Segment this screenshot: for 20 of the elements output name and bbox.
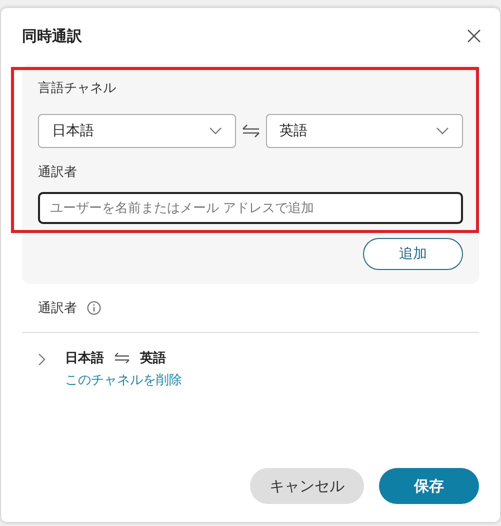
chevron-down-icon	[436, 127, 449, 135]
chevron-down-icon	[208, 127, 222, 135]
input-field[interactable]: ユーザーを名前またはメール アドレスで追加	[38, 192, 463, 224]
swap-arrows-icon	[242, 124, 260, 138]
dialog-title: 同時通訳	[22, 26, 82, 46]
save-button[interactable]: 保存	[379, 468, 479, 504]
info-icon	[87, 301, 101, 315]
add-button[interactable]: 追加	[363, 238, 463, 270]
language-name: 日本語	[65, 350, 104, 367]
chevron-right-icon[interactable]	[38, 353, 46, 366]
field-label: 通訳者	[38, 164, 78, 182]
swap-arrows-icon	[114, 352, 130, 364]
language-name: 英語	[140, 350, 166, 367]
language-dropdown[interactable]: 日本語	[38, 114, 236, 148]
section-heading: 通訳者	[38, 300, 77, 317]
close-icon[interactable]	[467, 29, 481, 43]
field-label: 言語チャネル	[38, 80, 117, 98]
cancel-button[interactable]: キャンセル	[250, 468, 364, 504]
language-dropdown[interactable]: 英語	[266, 114, 463, 148]
remove-channel-link[interactable]: このチャネルを削除	[65, 371, 182, 389]
